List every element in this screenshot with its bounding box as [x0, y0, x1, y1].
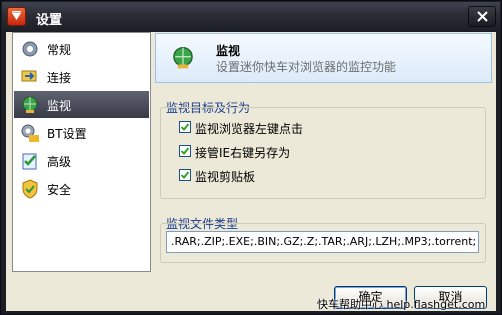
advanced-checklist-icon — [22, 153, 37, 170]
checkbox-label: 监视剪贴板 — [195, 170, 256, 184]
sidebar-item-label: BT设置 — [47, 127, 87, 141]
sidebar-item-monitor[interactable]: 监视 — [14, 91, 149, 118]
dialog-body: 常规 连接 监视 BT设置 高级 安全 监视 设置迷你快车对浏览器的监控功能 监… — [6, 32, 496, 311]
bt-gear-icon — [21, 124, 39, 142]
watermark: 快车帮助中心 help.flashget.com — [317, 298, 486, 311]
connection-icon — [21, 70, 37, 82]
sidebar-item-label: 安全 — [47, 183, 72, 197]
settings-content: 监视 设置迷你快车对浏览器的监控功能 监视目标及行为 监视浏览器左键点击 接管I… — [154, 32, 494, 272]
flashget-logo-icon — [7, 7, 26, 26]
section-title: 监视 — [216, 44, 241, 58]
filetype-input[interactable]: .RAR;.ZIP;.EXE;.BIN;.GZ;.Z;.TAR;.ARJ;.LZ… — [166, 231, 479, 253]
monitor-globe-icon — [173, 46, 193, 69]
sidebar-item-general[interactable]: 常规 — [14, 35, 149, 62]
checkbox-label: 接管IE右键另存为 — [195, 146, 291, 160]
monitor-globe-icon — [22, 96, 38, 113]
sidebar-item-label: 监视 — [47, 99, 72, 113]
checkbox[interactable] — [179, 145, 191, 157]
checkbox-label: 监视浏览器左键点击 — [195, 122, 304, 136]
settings-gear-icon — [22, 41, 38, 57]
title-bar[interactable]: 设置 — [2, 2, 500, 31]
sidebar-item-security[interactable]: 安全 — [14, 175, 149, 202]
close-icon — [477, 11, 488, 22]
section-description: 设置迷你快车对浏览器的监控功能 — [216, 60, 397, 74]
security-shield-icon — [22, 179, 38, 199]
section-header: 监视 设置迷你快车对浏览器的监控功能 — [155, 33, 492, 83]
sidebar-item-label: 连接 — [47, 71, 72, 85]
settings-window: 设置 常规 连接 监视 BT设置 高级 安全 监视 设置迷你快车对浏览器的监控功… — [0, 0, 502, 315]
sidebar-item-label: 常规 — [47, 43, 72, 57]
monitor-group: 监视浏览器左键点击 接管IE右键另存为 监视剪贴板 — [160, 107, 486, 199]
window-title: 设置 — [36, 13, 63, 28]
sidebar-item-label: 高级 — [47, 155, 72, 169]
close-button[interactable] — [468, 6, 496, 27]
checkbox[interactable] — [179, 121, 191, 133]
sidebar-item-connection[interactable]: 连接 — [14, 63, 149, 90]
checkbox[interactable] — [179, 169, 191, 181]
sidebar-item-bt-settings[interactable]: BT设置 — [14, 119, 149, 146]
settings-sidebar: 常规 连接 监视 BT设置 高级 安全 — [12, 32, 151, 272]
sidebar-item-advanced[interactable]: 高级 — [14, 147, 149, 174]
